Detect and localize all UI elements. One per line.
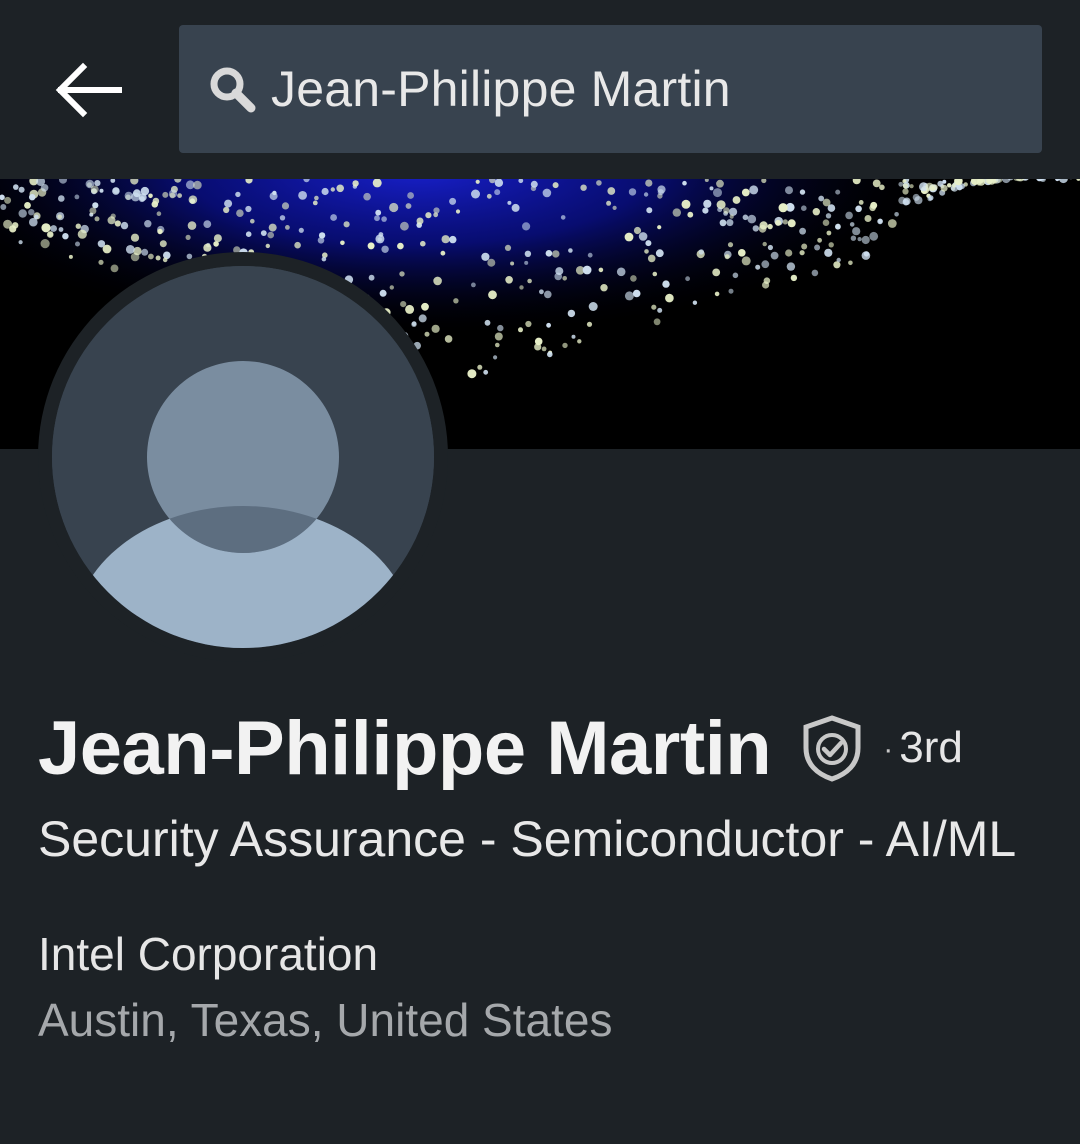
back-button[interactable] [40, 52, 136, 128]
verified-shield-icon[interactable] [801, 713, 865, 783]
back-arrow-icon [55, 62, 122, 118]
search-query-text: Jean-Philippe Martin [271, 61, 731, 117]
current-company[interactable]: Intel Corporation [38, 924, 1048, 984]
profile-headline: Security Assurance - Semiconductor - AI/… [38, 811, 1017, 867]
connection-degree-label: 3rd [899, 723, 963, 772]
profile-name: Jean-Philippe Martin [38, 705, 772, 791]
search-field[interactable]: Jean-Philippe Martin [179, 25, 1042, 153]
profile-photo[interactable] [38, 252, 448, 662]
profile-intro: Jean-Philippe Martin · 3rd Security Assur… [38, 700, 1048, 1050]
profile-location: Austin, Texas, United States [38, 994, 613, 1046]
top-app-bar: Jean-Philippe Martin [0, 0, 1080, 178]
name-row: Jean-Philippe Martin · 3rd [38, 700, 1048, 796]
default-person-avatar [52, 266, 434, 648]
connection-degree: · 3rd [883, 723, 963, 772]
search-icon [207, 64, 257, 114]
